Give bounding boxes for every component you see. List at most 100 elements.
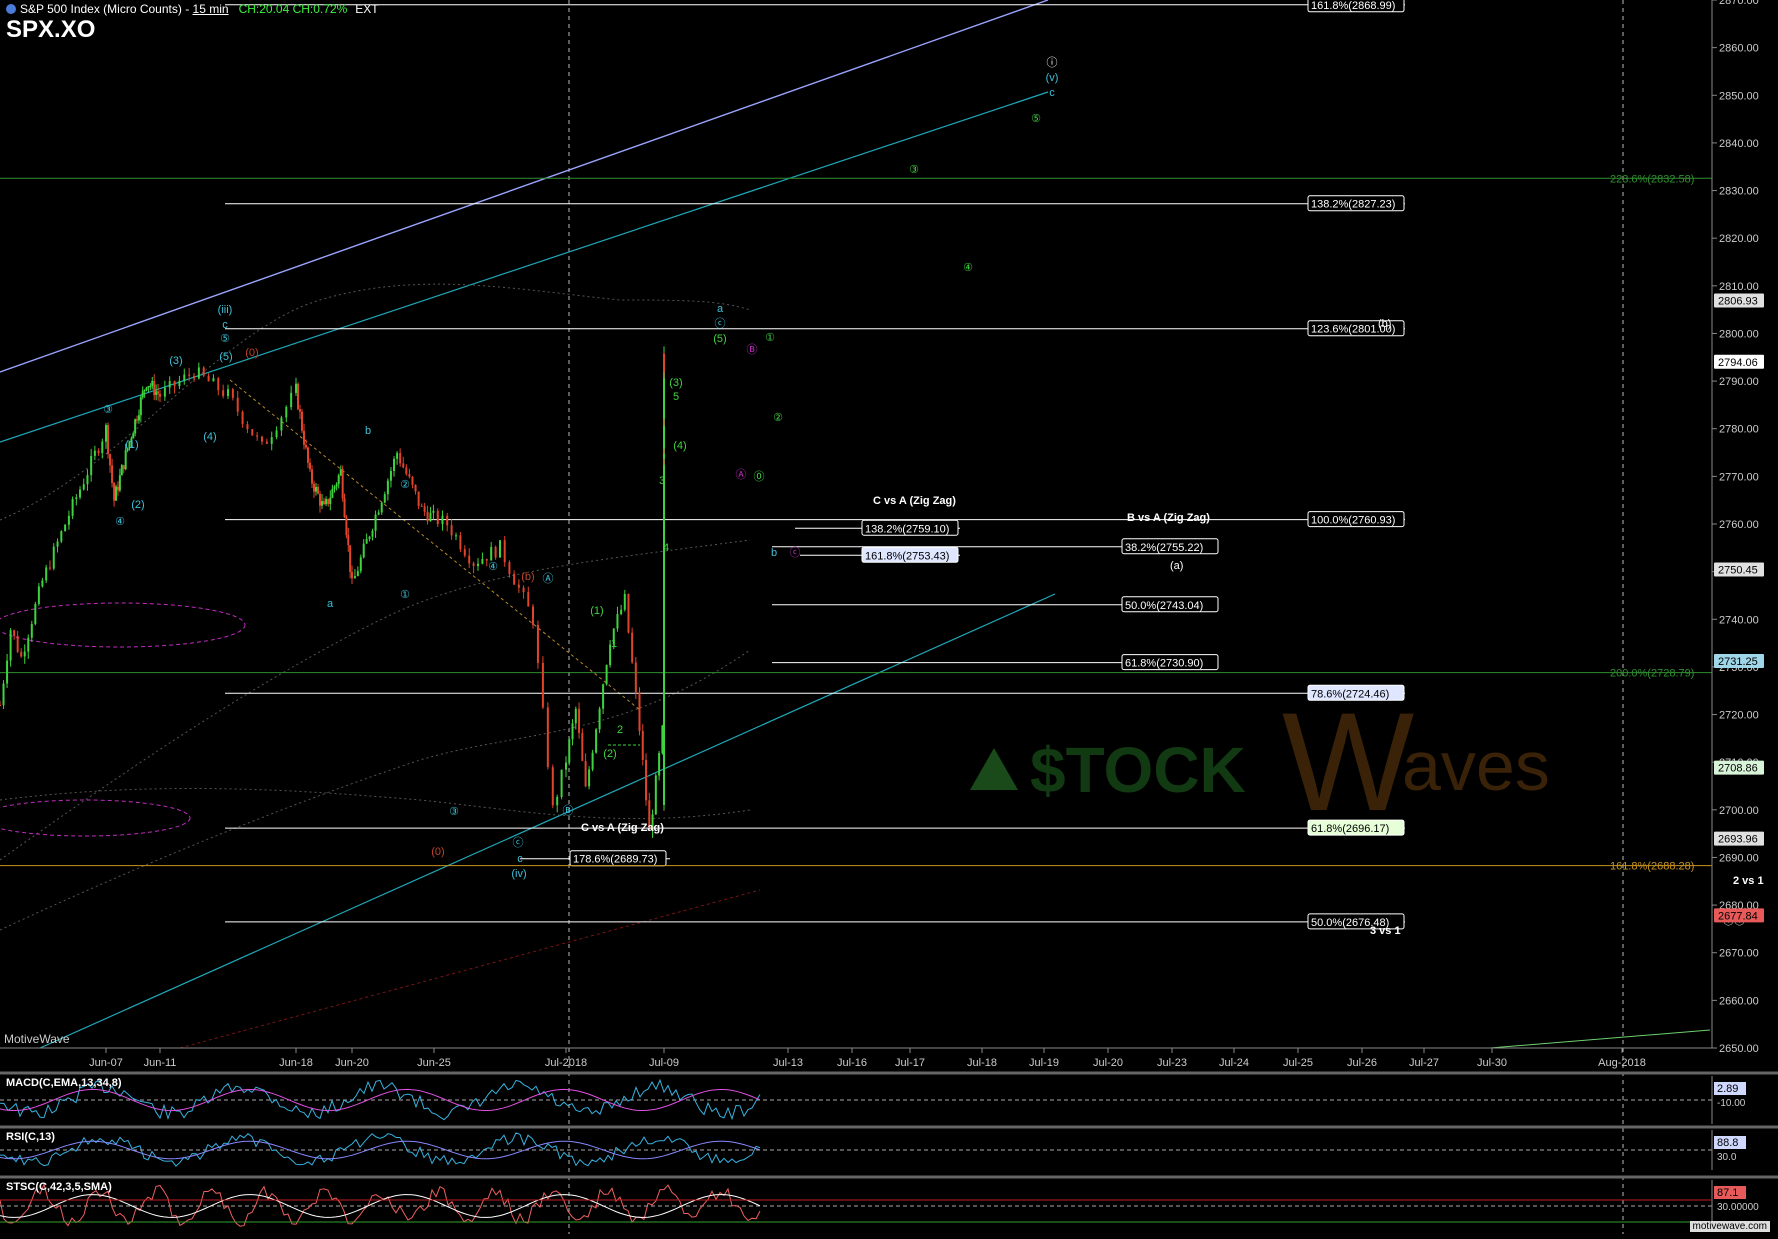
fib-label: 223.6%(2832.58) [1610, 173, 1694, 185]
candle-body [414, 484, 417, 492]
wave-count-label: (2) [603, 748, 616, 760]
wave-count-label: Ⓐ [543, 572, 554, 585]
candle-body [107, 425, 110, 455]
watermark-text: $TOCK [1030, 734, 1246, 806]
candle-body [265, 441, 268, 444]
price-axis-label: 2650.00 [1719, 1043, 1759, 1055]
candle-body [163, 387, 166, 397]
price-tag-label: 2806.93 [1718, 295, 1758, 307]
candle-body [343, 498, 346, 518]
price-axis-label: 2860.00 [1719, 43, 1759, 55]
wave-count-label: c [222, 319, 228, 331]
wave-count-label: ② [400, 479, 410, 491]
date-axis-label: Jul-27 [1409, 1057, 1439, 1069]
candle-body [365, 538, 368, 544]
indicator-value: 2.89 [1717, 1083, 1738, 1095]
candle-body [359, 557, 362, 572]
wave-count-label: a [717, 303, 724, 315]
candle-body [411, 476, 414, 485]
candle-body [627, 593, 630, 633]
annotation-3-vs-1: 3 vs 1 [1370, 925, 1401, 937]
chart-background [0, 0, 1778, 1234]
candle-body [339, 469, 342, 476]
candle-body [420, 505, 423, 507]
wave-count-label: (5) [219, 351, 232, 363]
candle-body [556, 796, 559, 806]
candle-body [522, 587, 525, 593]
candle-body [584, 760, 587, 787]
indicator-value: 88.8 [1717, 1137, 1738, 1149]
candle-body [591, 752, 594, 770]
price-axis-label: 2810.00 [1719, 281, 1759, 293]
candle-body [193, 375, 195, 379]
candle-body [663, 589, 665, 614]
candle-body [450, 525, 453, 536]
candle-body [149, 386, 152, 388]
candle-body [124, 450, 127, 470]
price-axis-label: 2700.00 [1719, 805, 1759, 817]
fib-label: 178.6%(2689.73) [573, 854, 657, 866]
candle-body [323, 501, 325, 505]
candle-body [297, 383, 299, 410]
candle-body [374, 514, 377, 531]
candle-body [641, 731, 644, 760]
candle-body [663, 513, 665, 532]
price-tag-label: 2750.45 [1718, 564, 1758, 576]
wave-count-label: c [1049, 87, 1055, 99]
candle-body [616, 614, 619, 629]
price-chart[interactable]: 161.8%(2868.99)138.2%(2827.23)123.6%(280… [0, 0, 1778, 1234]
candle-body [79, 489, 82, 498]
wave-count-label: (3) [169, 355, 182, 367]
wave-count-label: (1) [125, 439, 138, 451]
wave-count-label: ⓘ [1047, 56, 1058, 69]
timeframe-link[interactable]: 15 min [193, 2, 229, 16]
wave-count-label: ⑤ [1031, 113, 1041, 125]
candle-body [663, 378, 665, 393]
candle-body [349, 545, 352, 572]
candle-body [426, 511, 429, 522]
candle-body [153, 381, 156, 396]
candle-body [441, 515, 444, 525]
candle-body [663, 759, 665, 785]
price-axis-label: 2660.00 [1719, 995, 1759, 1007]
wave-count-label: 2 [617, 724, 623, 736]
candle-body [574, 708, 577, 724]
date-axis-label: Jul-25 [1283, 1057, 1313, 1069]
session-label: EXT [355, 2, 379, 16]
wave-count-label: (0) [245, 347, 258, 359]
candle-body [560, 769, 563, 797]
candle-body [13, 630, 16, 636]
date-axis-label: Jun-25 [417, 1057, 451, 1069]
fib-label: 138.2%(2759.10) [865, 523, 949, 535]
chart-title: S&P 500 Index (Micro Counts) [20, 2, 182, 16]
candle-body [145, 387, 148, 390]
candle-body [303, 430, 305, 445]
wave-count-label: ④ [115, 516, 125, 528]
candle-body [477, 563, 479, 566]
price-axis-label: 2760.00 [1719, 519, 1759, 531]
candle-body [280, 417, 283, 431]
wave-count-label: (4) [673, 440, 686, 452]
candle-body [120, 465, 123, 476]
indicator-name: MACD(C,EMA,13,34,8) [6, 1077, 122, 1089]
candle-body [30, 624, 33, 638]
candle-body [546, 707, 549, 768]
candle-body [446, 515, 449, 526]
candle-body [536, 624, 539, 663]
candle-body [329, 497, 332, 505]
candle-body [41, 580, 44, 587]
candle-body [299, 409, 301, 412]
wave-count-label: (5) [713, 333, 726, 345]
candle-body [508, 562, 511, 575]
candle-body [71, 498, 74, 516]
candle-body [513, 574, 516, 585]
candle-body [380, 502, 383, 513]
candle-body [347, 535, 350, 546]
candle-body [241, 411, 244, 425]
candle-body [568, 739, 571, 763]
date-axis-label: Jun-18 [279, 1057, 313, 1069]
fib-label: 100.0%(2760.93) [1311, 515, 1395, 527]
candle-body [481, 558, 484, 564]
candle-body [383, 494, 386, 503]
watermark-text: aves [1402, 727, 1550, 805]
